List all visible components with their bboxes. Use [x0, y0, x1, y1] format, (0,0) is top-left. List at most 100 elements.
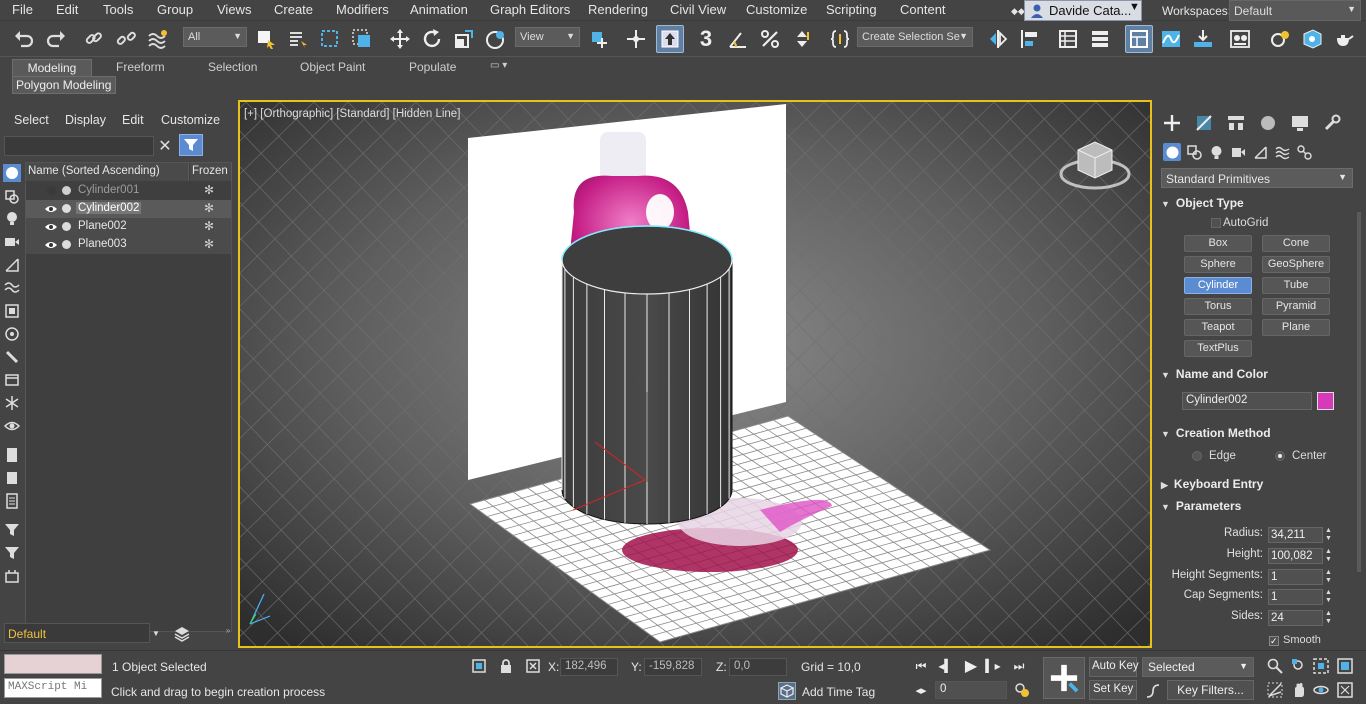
- cone-button[interactable]: Cone: [1262, 235, 1330, 252]
- display-cameras-icon[interactable]: [3, 233, 21, 251]
- rollout-name-and-color[interactable]: ▼ Name and Color: [1161, 367, 1353, 385]
- window-crossing-button[interactable]: [348, 25, 376, 53]
- menu-customize[interactable]: Customize: [746, 2, 807, 17]
- menu-overflow-icon[interactable]: ◆◆: [1011, 6, 1025, 17]
- object-name-input[interactable]: Cylinder002: [1182, 392, 1312, 410]
- panel-expand-icon[interactable]: »: [222, 624, 234, 636]
- geosphere-button[interactable]: GeoSphere: [1262, 256, 1330, 273]
- move-button[interactable]: [386, 25, 414, 53]
- menu-create[interactable]: Create: [274, 2, 313, 17]
- keyboard-shortcut-override-button[interactable]: [656, 25, 684, 53]
- radius-spinner[interactable]: ▲ ▼: [1325, 527, 1333, 543]
- zoom-extents-icon[interactable]: [1312, 657, 1330, 675]
- render-production-button[interactable]: [1330, 25, 1358, 53]
- display-geometry-icon[interactable]: [3, 164, 21, 182]
- display-space-warps-icon[interactable]: [3, 279, 21, 297]
- rotate-button[interactable]: [418, 25, 446, 53]
- menu-graph-editors[interactable]: Graph Editors: [490, 2, 570, 17]
- scene-menu-edit[interactable]: Edit: [122, 113, 144, 127]
- create-tab[interactable]: [1161, 112, 1183, 134]
- rendered-frame-window-button[interactable]: [1298, 25, 1326, 53]
- height-input[interactable]: 100,082: [1268, 548, 1323, 564]
- spinner-snap-button[interactable]: [788, 25, 816, 53]
- sides-input[interactable]: 24: [1268, 610, 1323, 626]
- geometry-category[interactable]: [1163, 143, 1181, 161]
- key-mode-select[interactable]: Selected ▼: [1142, 657, 1254, 677]
- chevron-down-icon[interactable]: ▼: [150, 626, 162, 640]
- menu-animation[interactable]: Animation: [410, 2, 468, 17]
- user-account-button[interactable]: Davide Cata... ▼: [1024, 0, 1142, 21]
- systems-category[interactable]: [1295, 143, 1313, 161]
- hidden-eye-icon[interactable]: [47, 186, 56, 195]
- display-shapes-icon[interactable]: [3, 188, 21, 206]
- sphere-button[interactable]: Sphere: [1184, 256, 1252, 273]
- renderable-dot-icon[interactable]: [62, 186, 71, 195]
- list-item[interactable]: Plane003 ✻: [26, 236, 231, 254]
- select-and-manipulate-button[interactable]: [622, 25, 650, 53]
- named-selection-select[interactable]: Create Selection Se ▼: [857, 27, 973, 47]
- select-object-button[interactable]: [252, 25, 280, 53]
- menu-edit[interactable]: Edit: [56, 2, 78, 17]
- primitive-category-select[interactable]: Standard Primitives ▼: [1161, 168, 1353, 188]
- smooth-checkbox[interactable]: ✓: [1269, 636, 1279, 646]
- set-key-big-button[interactable]: [1043, 657, 1085, 699]
- ribbon-tab-modeling[interactable]: Modeling: [12, 59, 92, 77]
- menu-group[interactable]: Group: [157, 2, 193, 17]
- add-time-tag[interactable]: Add Time Tag: [802, 685, 875, 699]
- rollout-object-type[interactable]: ▼ Object Type: [1161, 196, 1353, 214]
- space-warps-category[interactable]: [1273, 143, 1291, 161]
- viewport-label[interactable]: [+] [Orthographic] [Standard] [Hidden Li…: [244, 108, 460, 120]
- snowflake-icon[interactable]: ✻: [204, 183, 214, 197]
- pan-hand-icon[interactable]: [1290, 681, 1308, 699]
- menu-civil-view[interactable]: Civil View: [670, 2, 726, 17]
- angle-snap-button[interactable]: [724, 25, 752, 53]
- key-mode-toggle-icon[interactable]: ◂▸: [912, 681, 930, 699]
- height-spinner[interactable]: ▲ ▼: [1325, 548, 1333, 564]
- maximize-viewport-icon[interactable]: [1336, 681, 1354, 699]
- snowflake-icon[interactable]: ✻: [204, 201, 214, 215]
- toggle-ribbon-button[interactable]: [1125, 25, 1153, 53]
- pyramid-button[interactable]: Pyramid: [1262, 298, 1330, 315]
- display-none-icon[interactable]: [3, 469, 21, 487]
- current-frame-input[interactable]: 0: [935, 681, 1007, 699]
- list-item[interactable]: Cylinder002 ✻: [26, 200, 231, 218]
- edge-radio[interactable]: [1192, 451, 1202, 461]
- go-to-start-icon[interactable]: ⏮: [912, 657, 930, 675]
- orbit-icon[interactable]: [1312, 681, 1330, 699]
- height-segments-input[interactable]: 1: [1268, 569, 1323, 585]
- unlink-button[interactable]: [112, 25, 140, 53]
- hierarchy-icon[interactable]: [3, 567, 21, 585]
- edit-named-selection-button[interactable]: [826, 25, 854, 53]
- display-xrefs-icon[interactable]: [3, 325, 21, 343]
- filter-funnel-icon[interactable]: [3, 521, 21, 539]
- rectangular-selection-button[interactable]: [316, 25, 344, 53]
- select-by-name-button[interactable]: [284, 25, 312, 53]
- cameras-category[interactable]: [1229, 143, 1247, 161]
- ribbon-tab-freeform[interactable]: Freeform: [108, 59, 173, 77]
- z-coordinate-input[interactable]: 0,0: [729, 658, 787, 676]
- auto-key-button[interactable]: Auto Key: [1089, 657, 1139, 677]
- display-lights-icon[interactable]: [3, 210, 21, 228]
- workspaces-select[interactable]: Default ▼: [1229, 0, 1361, 21]
- rollout-parameters[interactable]: ▼ Parameters: [1161, 499, 1353, 517]
- tube-button[interactable]: Tube: [1262, 277, 1330, 294]
- mirror-button[interactable]: [984, 25, 1012, 53]
- snowflake-icon[interactable]: ✻: [204, 237, 214, 251]
- filter-button[interactable]: [179, 134, 203, 156]
- toggle-layer-explorer-button[interactable]: [1086, 25, 1114, 53]
- align-button[interactable]: [1016, 25, 1044, 53]
- renderable-dot-icon[interactable]: [62, 222, 71, 231]
- scene-search-input[interactable]: [4, 136, 154, 156]
- invert-display-icon[interactable]: [3, 492, 21, 510]
- schematic-view-button[interactable]: [1189, 25, 1217, 53]
- absolute-mode-button[interactable]: [524, 657, 542, 675]
- bind-space-warp-button[interactable]: [144, 25, 172, 53]
- ribbon-panel-polygon-modeling[interactable]: Polygon Modeling: [12, 76, 116, 94]
- menu-scripting[interactable]: Scripting: [826, 2, 877, 17]
- renderable-dot-icon[interactable]: [62, 240, 71, 249]
- link-button[interactable]: [80, 25, 108, 53]
- box-button[interactable]: Box: [1184, 235, 1252, 252]
- selection-filter-select[interactable]: All ▼: [183, 27, 247, 47]
- reference-coordinate-select[interactable]: View ▼: [515, 27, 580, 47]
- display-all-icon[interactable]: [3, 446, 21, 464]
